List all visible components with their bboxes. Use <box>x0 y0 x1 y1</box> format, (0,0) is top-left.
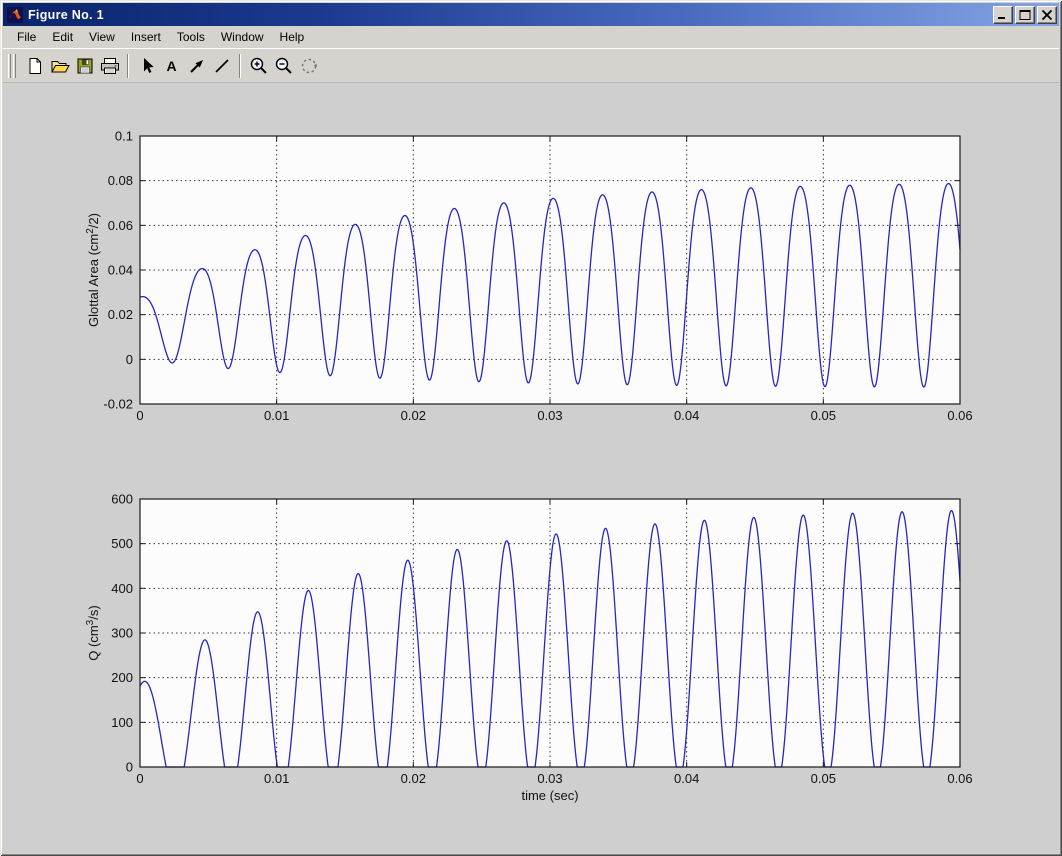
text-tool-icon: A <box>166 58 176 74</box>
x-tick-label: 0.01 <box>264 408 289 423</box>
plots-svg: 00.010.020.030.040.050.06-0.0200.020.040… <box>0 83 1062 856</box>
y-tick-label: 500 <box>111 536 133 551</box>
y-tick-label: 0 <box>126 760 133 775</box>
zoom-in-button[interactable] <box>246 53 271 79</box>
insert-line-icon <box>213 57 231 75</box>
menu-bar: File Edit View Insert Tools Window Help <box>3 26 1059 48</box>
x-tick-label: 0.06 <box>947 408 972 423</box>
y-axis-label: Glottal Area (cm2/2) <box>85 213 101 327</box>
y-tick-label: 600 <box>111 492 133 507</box>
x-tick-label: 0.02 <box>401 771 426 786</box>
y-tick-label: -0.02 <box>103 397 133 412</box>
y-tick-label: 0.06 <box>108 218 133 233</box>
y-tick-label: 0.02 <box>108 307 133 322</box>
figure-window: Figure No. 1 File Edit View <box>0 0 1062 856</box>
x-tick-label: 0 <box>136 771 143 786</box>
y-tick-label: 0.08 <box>108 173 133 188</box>
arrow-tool-button[interactable] <box>184 53 209 79</box>
x-tick-label: 0 <box>136 408 143 423</box>
matlab-icon <box>7 7 23 23</box>
y-tick-label: 0.1 <box>115 129 133 144</box>
menu-view[interactable]: View <box>81 28 123 47</box>
zoom-in-icon <box>249 56 269 76</box>
menu-window[interactable]: Window <box>213 28 272 47</box>
new-file-button[interactable] <box>22 53 47 79</box>
toolbar-separator <box>239 54 241 78</box>
y-axis-label: Q (cm3/s) <box>85 605 101 660</box>
y-tick-label: 0 <box>126 352 133 367</box>
x-tick-label: 0.03 <box>537 771 562 786</box>
menu-file[interactable]: File <box>9 28 44 47</box>
window-title: Figure No. 1 <box>28 8 993 22</box>
maximize-button[interactable] <box>1015 6 1035 24</box>
x-tick-label: 0.02 <box>401 408 426 423</box>
x-tick-label: 0.06 <box>947 771 972 786</box>
y-tick-label: 0.04 <box>108 263 133 278</box>
rotate-3d-button[interactable] <box>296 53 321 79</box>
toolbar-grip[interactable] <box>8 54 11 78</box>
minimize-button[interactable] <box>993 6 1013 24</box>
y-tick-label: 400 <box>111 581 133 596</box>
print-button[interactable] <box>97 53 122 79</box>
zoom-out-icon <box>274 56 294 76</box>
print-icon <box>100 57 120 75</box>
x-tick-label: 0.03 <box>537 408 562 423</box>
toolbar-separator <box>127 54 129 78</box>
menu-insert[interactable]: Insert <box>123 28 169 47</box>
y-tick-label: 300 <box>111 626 133 641</box>
y-tick-label: 200 <box>111 670 133 685</box>
close-icon <box>1041 10 1053 20</box>
save-button[interactable] <box>72 53 97 79</box>
zoom-out-button[interactable] <box>271 53 296 79</box>
maximize-icon <box>1019 10 1031 20</box>
line-tool-button[interactable] <box>209 53 234 79</box>
menu-tools[interactable]: Tools <box>169 28 213 47</box>
minimize-icon <box>997 10 1009 20</box>
title-bar[interactable]: Figure No. 1 <box>3 3 1059 26</box>
menu-edit[interactable]: Edit <box>44 28 81 47</box>
close-button[interactable] <box>1037 6 1057 24</box>
toolbar: A <box>3 48 1059 83</box>
toolbar-grip[interactable] <box>13 54 16 78</box>
open-file-button[interactable] <box>47 53 72 79</box>
new-file-icon <box>26 57 44 75</box>
x-tick-label: 0.01 <box>264 771 289 786</box>
open-folder-icon <box>50 57 70 75</box>
pointer-icon <box>139 57 155 75</box>
insert-arrow-icon <box>188 57 206 75</box>
x-tick-label: 0.04 <box>674 771 699 786</box>
rotate-3d-icon <box>299 56 319 76</box>
figure-canvas: 00.010.020.030.040.050.06-0.0200.020.040… <box>3 83 1059 853</box>
x-tick-label: 0.04 <box>674 408 699 423</box>
y-tick-label: 100 <box>111 715 133 730</box>
x-tick-label: 0.05 <box>811 771 836 786</box>
text-tool-button[interactable]: A <box>159 53 184 79</box>
x-tick-label: 0.05 <box>811 408 836 423</box>
pointer-tool-button[interactable] <box>134 53 159 79</box>
x-axis-label: time (sec) <box>521 788 578 803</box>
save-icon <box>76 57 94 75</box>
menu-help[interactable]: Help <box>272 28 313 47</box>
